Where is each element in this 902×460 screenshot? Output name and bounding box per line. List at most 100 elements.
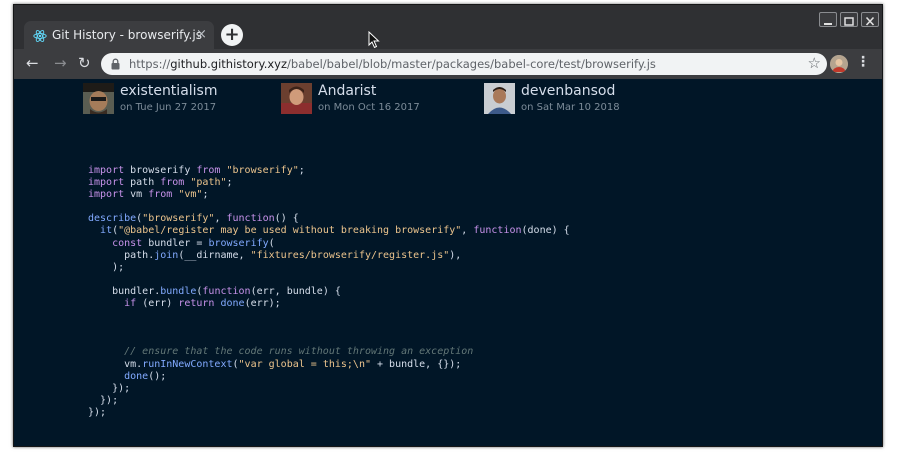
code-string: "var global = this;\n" [238, 358, 371, 370]
code-function: done [124, 370, 149, 382]
code-text: (done) { [521, 225, 570, 237]
code-text: }); [88, 406, 107, 418]
code-keyword: function [226, 213, 275, 225]
code-text: bundler. [88, 285, 161, 297]
react-icon [33, 30, 47, 42]
code-text: ; [298, 165, 305, 176]
code-text: , [461, 225, 474, 237]
tab-strip: Git History - browserify.js × + [14, 5, 882, 50]
code-line: // ensure that the code runs without thr… [88, 346, 570, 358]
star-icon[interactable]: ☆ [808, 54, 821, 72]
tab-title: Git History - browserify.js [52, 28, 202, 42]
code-string: "@babel/register may be used without bre… [118, 225, 462, 237]
code-line: path.join(__dirname, "fixtures/browserif… [88, 250, 570, 262]
commit-date: on Tue Jun 27 2017 [120, 102, 217, 113]
code-keyword: import [88, 177, 125, 189]
code-line: }); [88, 395, 570, 407]
avatar [281, 83, 312, 114]
code-text: , [214, 213, 227, 225]
code-string: "browserify" [226, 165, 299, 176]
git-history-viewer: existentialism on Tue Jun 27 2017 Andari… [14, 79, 882, 446]
code-line: ); [88, 262, 570, 274]
code-text: ( [268, 237, 275, 249]
code-text: ); [88, 261, 125, 273]
plus-icon[interactable]: + [221, 24, 243, 46]
avatar [484, 83, 515, 114]
profile-avatar-icon[interactable] [830, 55, 848, 73]
code-keyword: from [148, 189, 173, 201]
code-function: describe [88, 213, 137, 225]
code-function: runInNewContext [142, 358, 233, 370]
code-line: import vm from "vm"; [88, 189, 570, 201]
code-function: join [154, 249, 179, 261]
url-scheme: https:// [129, 57, 171, 71]
commit-date: on Mon Oct 16 2017 [318, 102, 420, 113]
forward-arrow-icon[interactable]: → [54, 54, 67, 72]
code-string: "path" [190, 177, 227, 189]
code-keyword: function [202, 285, 251, 297]
minimize-icon[interactable] [819, 12, 837, 27]
code-text: vm. [88, 358, 143, 370]
code-text: (); [148, 370, 167, 382]
code-keyword: from [160, 177, 185, 189]
code-string: "vm" [178, 189, 203, 201]
code-string: "fixtures/browserify/register.js" [250, 249, 450, 261]
author-name: Andarist [318, 83, 377, 99]
author-name: devenbansod [521, 83, 616, 99]
code-keyword: function [473, 225, 522, 237]
code-text: (__dirname, [178, 249, 251, 261]
code-text: (err); [244, 298, 281, 310]
code-text: browserify [124, 165, 197, 176]
code-text: path [124, 177, 161, 189]
tab-git-history[interactable]: Git History - browserify.js × [24, 21, 214, 50]
code-line: vm.runInNewContext("var global = this;\n… [88, 359, 570, 371]
code-keyword: import [88, 165, 125, 176]
code-string: "browserify" [142, 213, 215, 225]
close-icon[interactable]: × [196, 27, 207, 42]
code-line: import browserify from "browserify"; [88, 165, 570, 177]
commit-date: on Sat Mar 10 2018 [521, 102, 620, 113]
code-keyword: if [124, 298, 137, 310]
code-function: bundle [160, 285, 197, 297]
code-line: describe("browserify", function() { [88, 213, 570, 225]
kebab-menu-icon[interactable]: ⋮ [856, 54, 870, 70]
code-text: ; [226, 177, 233, 189]
code-keyword: return [178, 298, 215, 310]
code-line: if (err) return done(err); [88, 298, 570, 310]
lock-icon [111, 58, 120, 70]
url-path: /babel/babel/blob/master/packages/babel-… [287, 57, 656, 71]
address-bar[interactable]: https://github.githistory.xyz/babel/babe… [101, 53, 827, 75]
code-line: done(); [88, 371, 570, 383]
code-keyword: import [88, 189, 125, 201]
code-text: (err, bundle) { [250, 285, 341, 297]
back-arrow-icon[interactable]: ← [26, 54, 39, 72]
author-name: existentialism [120, 83, 218, 99]
url-text: https://github.githistory.xyz/babel/babe… [129, 57, 656, 71]
code-line: bundler.bundle(function(err, bundle) { [88, 286, 570, 298]
code-line: }); [88, 383, 570, 395]
code-text: ), [449, 249, 462, 261]
code-line: }); [88, 407, 570, 419]
close-window-icon[interactable] [861, 12, 879, 27]
browser-toolbar: ← → ↻ https://github.githistory.xyz/babe… [14, 49, 882, 79]
code-function: it [100, 225, 113, 237]
code-text: (err) [136, 298, 179, 310]
maximize-icon[interactable] [840, 12, 858, 27]
code-text: ; [202, 189, 209, 201]
code-keyword: from [196, 165, 221, 176]
code-text: }); [88, 394, 119, 406]
code-text: + bundle, {}); [370, 358, 462, 370]
code-text: () { [274, 213, 299, 225]
browser-window: Git History - browserify.js × + ← → ↻ ht… [13, 4, 883, 447]
reload-icon[interactable]: ↻ [78, 54, 91, 72]
